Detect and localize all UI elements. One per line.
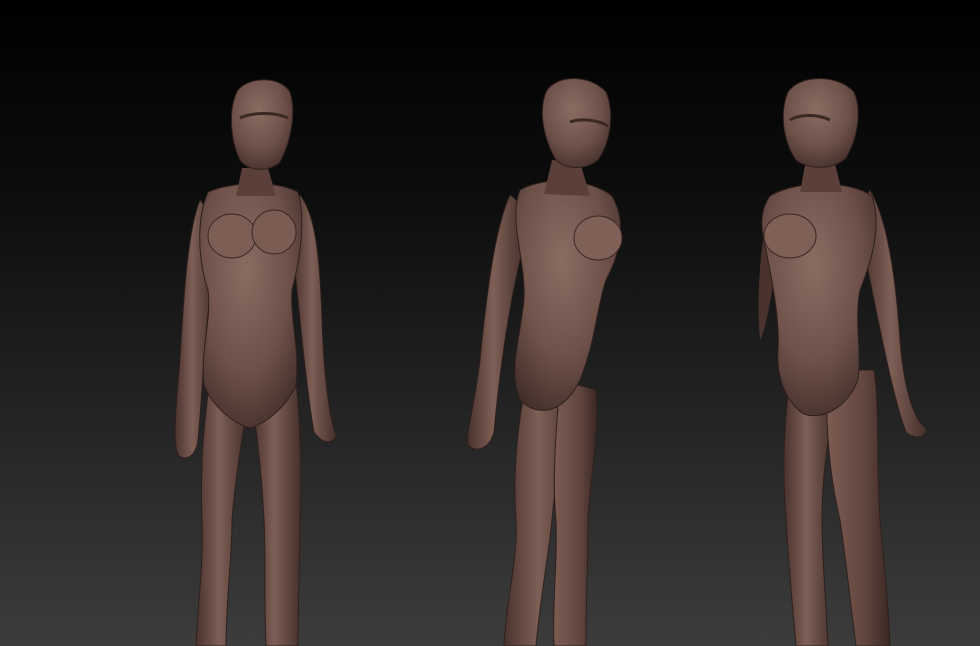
side-arm	[467, 194, 526, 450]
side-chest	[573, 215, 623, 261]
figure-front-view	[174, 79, 337, 646]
tq-chest	[763, 213, 817, 259]
tq-front-leg	[825, 369, 891, 646]
side-torso	[514, 180, 622, 411]
front-chest-left	[207, 213, 257, 259]
tq-head	[782, 78, 859, 168]
figure-side-view	[467, 78, 623, 646]
front-chest-right	[251, 209, 297, 255]
front-neck	[236, 168, 276, 196]
figure-three-quarter-view	[758, 78, 927, 646]
sculpt-viewport[interactable]	[0, 0, 980, 646]
front-head	[230, 79, 294, 170]
sculpt-render	[174, 78, 927, 646]
side-front-leg	[553, 379, 598, 646]
